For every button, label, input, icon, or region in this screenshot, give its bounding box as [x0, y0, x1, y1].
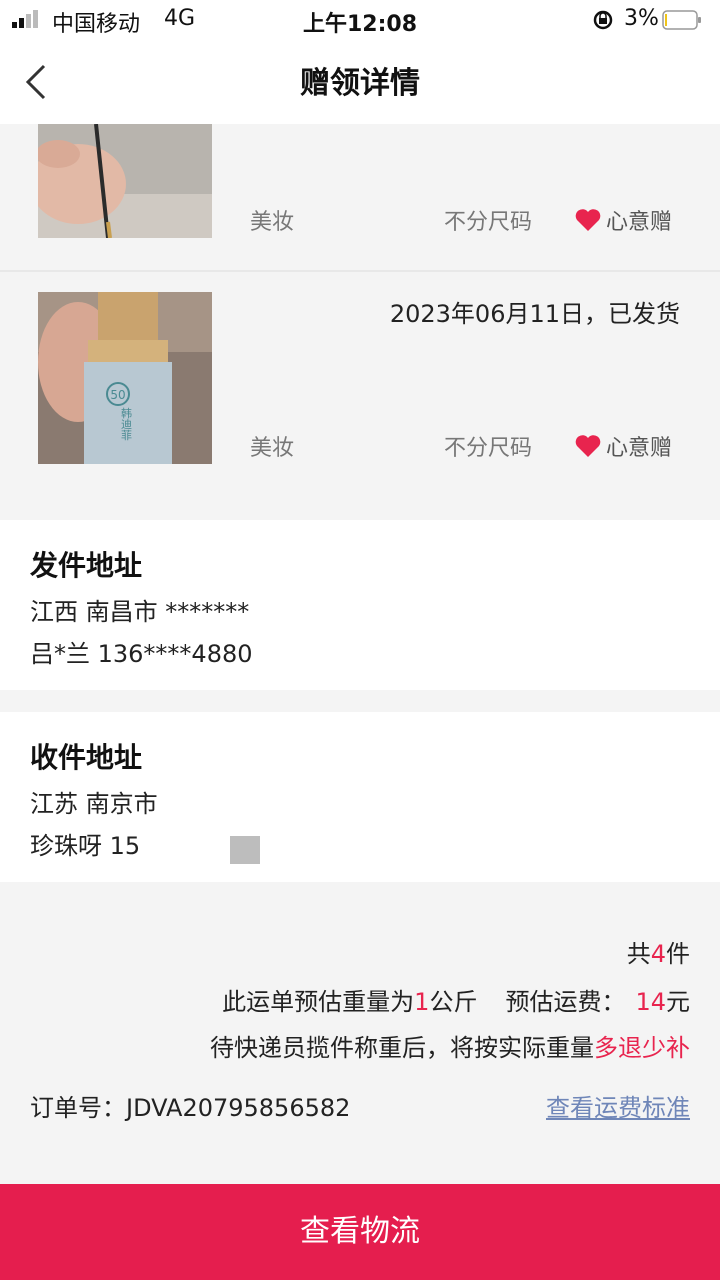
nav-bar: 赠领详情: [0, 40, 720, 124]
sender-contact: 吕*兰 136****4880: [30, 640, 253, 668]
rotation-lock-icon: [593, 10, 613, 30]
sender-title: 发件地址: [30, 549, 143, 582]
receiver-contact: 珍珠呀 15: [30, 832, 141, 860]
weight-value: 1: [414, 988, 430, 1016]
redaction-mark: [230, 836, 260, 864]
order-number-line: 订单号：JDVA20795856582: [30, 1088, 350, 1123]
view-logistics-button[interactable]: 查看物流: [0, 1184, 720, 1280]
note-highlight: 多退少补: [594, 1034, 690, 1062]
fee-suffix: 元: [666, 988, 690, 1016]
page-title: 赠领详情: [300, 66, 420, 101]
weight-suffix: 公斤: [429, 988, 478, 1016]
total-prefix: 共: [626, 940, 651, 968]
battery-icon: [662, 10, 701, 30]
product-thumbnail[interactable]: 50 韩迪菲: [38, 292, 212, 464]
status-bar: 中国移动 4G 上午12:08 3%: [0, 0, 720, 40]
gift-type: 心意赠: [574, 204, 672, 236]
fee-prefix: 预估运费：: [505, 988, 626, 1016]
item-category: 美妆: [250, 436, 295, 461]
weight-fee-line: 此运单预估重量为1公斤 预估运费： 14元: [222, 982, 690, 1017]
receiver-address: 江苏 南京市: [30, 790, 158, 818]
item-size: 不分尺码: [444, 436, 533, 461]
order-label: 订单号：: [30, 1094, 126, 1122]
bottle-text: 韩迪菲: [120, 406, 133, 440]
gift-type-label: 心意赠: [606, 436, 673, 461]
order-number: JDVA20795856582: [126, 1094, 351, 1122]
product-thumbnail[interactable]: [38, 124, 212, 238]
sender-address-section: 发件地址 江西 南昌市 ******* 吕*兰 136****4880: [0, 520, 720, 690]
gift-type-label: 心意赠: [606, 210, 673, 235]
note-prefix: 待快递员揽件称重后，将按实际重量: [210, 1034, 594, 1062]
fee-standard-link[interactable]: 查看运费标准: [546, 1088, 690, 1123]
gift-item: 美妆 不分尺码 心意赠: [0, 124, 720, 270]
total-count-line: 共4件: [627, 934, 690, 969]
item-size: 不分尺码: [444, 210, 533, 235]
battery-percent: 3%: [624, 6, 659, 31]
item-category: 美妆: [250, 210, 295, 235]
total-suffix: 件: [666, 940, 690, 968]
gift-item: 50 韩迪菲 2023年06月11日，已发货 美妆 不分尺码 心意赠: [0, 272, 720, 520]
sender-address: 江西 南昌市 *******: [30, 598, 250, 626]
gift-type: 心意赠: [574, 430, 672, 462]
receiver-address-section: 收件地址 江苏 南京市 珍珠呀 15: [0, 712, 720, 882]
shipping-summary: 共4件 此运单预估重量为1公斤 预估运费： 14元 待快递员揽件称重后，将按实际重量…: [0, 884, 720, 1184]
weight-prefix: 此运单预估重量为: [222, 988, 415, 1016]
shipping-status: 2023年06月11日，已发货: [389, 300, 680, 328]
bottle-number: 50: [110, 388, 125, 402]
heart-icon: [575, 209, 601, 231]
total-count: 4: [650, 940, 666, 968]
fee-value: 14: [635, 988, 666, 1016]
receiver-title: 收件地址: [30, 741, 143, 774]
heart-icon: [575, 435, 601, 457]
weight-note-line: 待快递员揽件称重后，将按实际重量多退少补: [210, 1028, 690, 1063]
